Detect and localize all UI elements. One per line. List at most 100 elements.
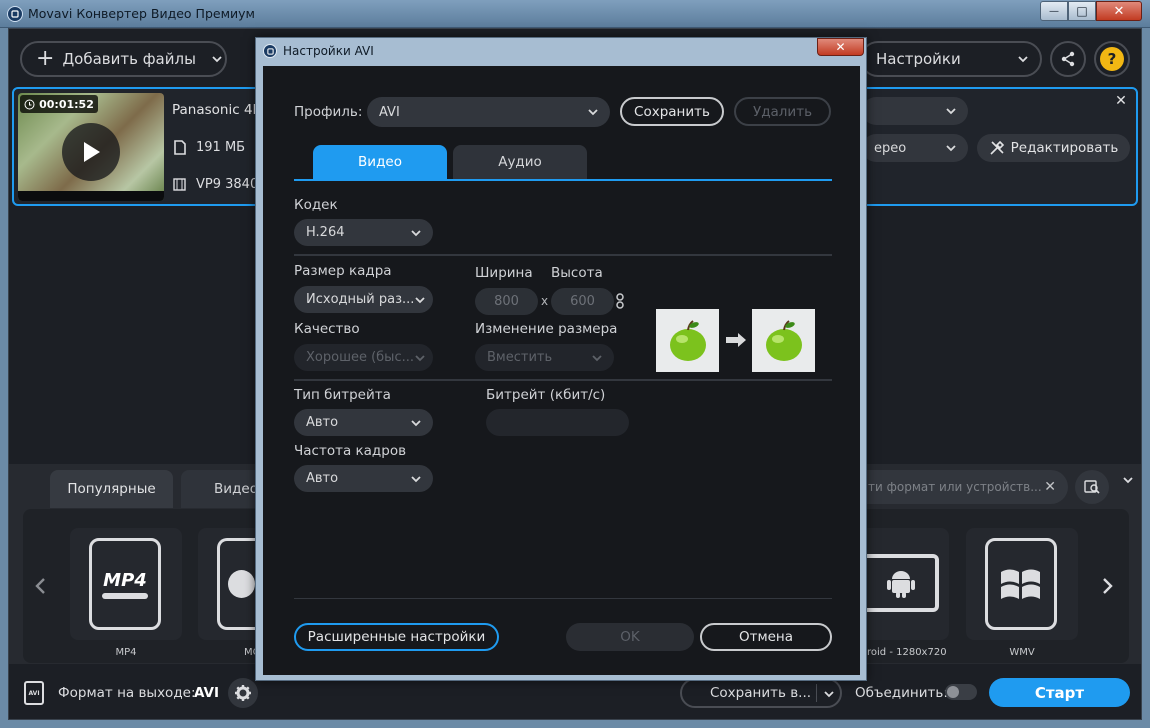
mov-icon <box>217 538 255 630</box>
share-button[interactable] <box>1050 41 1086 77</box>
play-icon <box>84 142 100 162</box>
width-input[interactable]: 800 <box>475 288 538 315</box>
play-button[interactable] <box>62 123 120 181</box>
format-search[interactable]: ти формат или устройств... ✕ <box>860 470 1068 504</box>
apple-icon <box>765 319 802 361</box>
chevron-left-icon <box>35 578 45 594</box>
profile-value: AVI <box>379 104 400 120</box>
duration: 00:01:52 <box>39 97 94 111</box>
frame-size-select[interactable]: Исходный раз... <box>294 286 433 313</box>
search-button[interactable] <box>1075 470 1109 504</box>
advanced-settings-button[interactable]: Расширенные настройки <box>294 623 499 651</box>
dialog-close-button[interactable]: ✕ <box>817 38 864 56</box>
format-tile-wmv[interactable] <box>966 528 1078 640</box>
tab-video[interactable]: Видео <box>181 470 255 508</box>
windows-icon <box>1001 569 1040 599</box>
app-icon <box>7 6 23 22</box>
apple-icon <box>669 319 706 361</box>
resize-select[interactable]: Вместить <box>475 344 614 371</box>
chevron-down-icon <box>415 296 425 303</box>
tab-audio-settings[interactable]: Аудио <box>453 145 587 179</box>
cancel-button[interactable]: Отмена <box>700 623 832 651</box>
merge-toggle[interactable] <box>945 684 977 700</box>
chevron-down-icon <box>824 691 834 698</box>
add-files-label: Добавить файлы <box>62 50 196 68</box>
chevron-down-icon <box>1123 477 1133 484</box>
tablet-icon <box>867 554 939 612</box>
output-format-icon: AVI <box>24 681 44 705</box>
height-label: Высота <box>551 265 603 281</box>
question-icon: ? <box>1100 47 1124 71</box>
profile-select[interactable]: AVI <box>367 97 610 127</box>
divider-2 <box>294 379 832 381</box>
dialog-app-icon <box>263 44 277 58</box>
ok-button[interactable]: OK <box>566 623 694 651</box>
bitrate-input[interactable] <box>486 409 629 436</box>
close-button[interactable]: ✕ <box>1096 1 1142 21</box>
bitrate-type-select[interactable]: Авто <box>294 409 433 436</box>
delete-profile-button[interactable]: Удалить <box>734 97 831 126</box>
format-tile-mov[interactable] <box>198 528 255 640</box>
quality-select[interactable]: Хорошее (быс... <box>294 344 433 371</box>
mp4-icon: MP4 <box>89 538 161 630</box>
bitrate-type-label: Тип битрейта <box>294 387 391 403</box>
save-to-divider <box>816 684 817 702</box>
output-format-badge: AVI <box>28 689 40 697</box>
output-format-value: AVI <box>194 685 220 701</box>
bitrate-type-value: Авто <box>306 415 339 430</box>
chevron-down-icon <box>946 145 956 152</box>
output-format-label: Формат на выходе: <box>58 685 196 701</box>
remove-file-button[interactable]: ✕ <box>1112 92 1130 110</box>
settings-label: Настройки <box>876 50 961 68</box>
bitrate-label: Битрейт (кбит/с) <box>486 387 606 403</box>
chevron-down-icon <box>1018 56 1028 63</box>
collapse-panel-button[interactable] <box>1114 466 1142 494</box>
save-to-button[interactable]: Сохранить в... <box>680 678 842 708</box>
codec-select[interactable]: H.264 <box>294 219 433 246</box>
minimize-button[interactable]: — <box>1040 1 1068 21</box>
tab-popular[interactable]: Популярные <box>50 470 173 508</box>
chevron-down-icon <box>588 109 598 116</box>
scroll-left-button[interactable] <box>28 570 52 602</box>
add-files-button[interactable]: + Добавить файлы <box>20 41 227 77</box>
format-label-wmv: WMV <box>1009 647 1035 658</box>
chevron-right-icon <box>1103 578 1113 594</box>
chevron-down-icon <box>592 354 602 361</box>
resize-value: Вместить <box>487 350 553 365</box>
output-settings-button[interactable] <box>228 678 258 708</box>
format-tile-mp4[interactable]: MP4 <box>70 528 182 640</box>
gear-icon <box>235 685 251 701</box>
clear-search-icon[interactable]: ✕ <box>1044 479 1056 495</box>
preview-source <box>656 309 719 372</box>
dialog-title: Настройки AVI <box>283 44 374 58</box>
window-title: Movavi Конвертер Видео Премиум <box>28 6 255 21</box>
tabs-underline <box>294 179 832 181</box>
maximize-button[interactable]: □ <box>1068 1 1096 21</box>
settings-button[interactable]: Настройки <box>860 41 1042 77</box>
divider-1 <box>294 254 832 256</box>
link-aspect-icon[interactable] <box>616 293 624 309</box>
start-button[interactable]: Старт <box>989 678 1130 707</box>
output-video-select[interactable] <box>862 97 968 125</box>
format-tile-android[interactable] <box>867 528 949 640</box>
fps-select[interactable]: Авто <box>294 465 433 492</box>
edit-button[interactable]: Редактировать <box>977 134 1130 162</box>
tab-video-settings[interactable]: Видео <box>313 145 447 179</box>
mp4-badge: MP4 <box>103 569 147 591</box>
chevron-down-icon <box>411 229 421 236</box>
video-codec: VP9 3840 <box>196 177 259 192</box>
audio-select[interactable]: ерео <box>862 134 968 162</box>
codec-value: H.264 <box>306 225 345 240</box>
file-name: Panasonic 4K <box>172 102 262 118</box>
help-button[interactable]: ? <box>1094 41 1130 77</box>
format-label-mp4: MP4 <box>115 647 137 658</box>
size-separator: x <box>541 294 549 308</box>
film-icon <box>173 178 186 191</box>
save-to-label: Сохранить в... <box>710 685 812 701</box>
quality-value: Хорошее (быс... <box>306 350 414 365</box>
save-profile-button[interactable]: Сохранить <box>620 97 724 126</box>
height-input[interactable]: 600 <box>551 288 614 315</box>
resize-label: Изменение размера <box>475 321 618 337</box>
thumbnail-bottom-bar <box>18 191 164 201</box>
scroll-right-button[interactable] <box>1096 570 1120 602</box>
